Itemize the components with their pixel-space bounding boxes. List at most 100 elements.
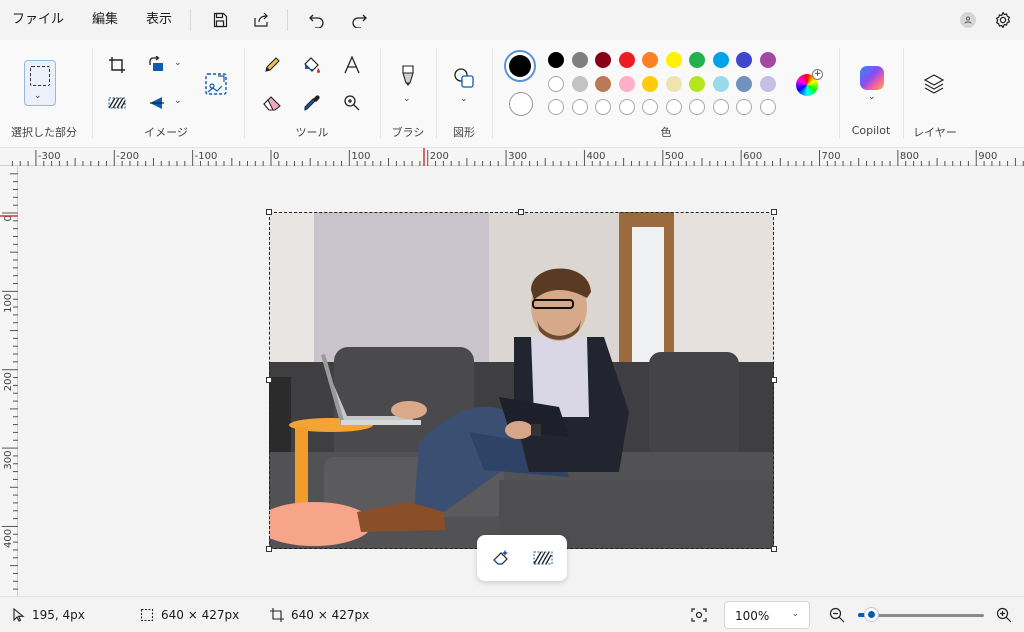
chevron-down-icon[interactable]: ⌄	[403, 94, 411, 104]
color-swatch[interactable]	[571, 52, 588, 68]
ruler-label: 400	[586, 151, 605, 162]
color-swatch[interactable]	[712, 75, 729, 92]
color-picker-icon[interactable]	[298, 89, 326, 117]
color-swatch[interactable]	[548, 99, 564, 115]
secondary-color-swatch[interactable]	[509, 92, 533, 116]
color-swatch[interactable]	[642, 99, 658, 115]
ruler-label: 100	[3, 294, 14, 313]
eraser-icon[interactable]	[258, 89, 286, 117]
color-swatch[interactable]	[736, 99, 752, 115]
ruler-label: 200	[430, 151, 449, 162]
color-swatch[interactable]	[712, 52, 729, 68]
color-swatch[interactable]	[595, 75, 611, 92]
primary-color-swatch[interactable]	[504, 50, 536, 82]
group-label-colors: 色	[660, 126, 672, 139]
generative-erase-icon[interactable]	[487, 544, 515, 572]
resize-handle-bottom-left[interactable]	[266, 546, 272, 552]
remove-background-icon[interactable]	[529, 544, 557, 572]
color-swatch[interactable]	[759, 99, 776, 115]
ribbon-separator	[436, 48, 437, 138]
ribbon-separator	[492, 48, 493, 138]
shapes-icon[interactable]	[450, 64, 478, 92]
menu-file[interactable]: ファイル	[0, 0, 78, 40]
color-swatch[interactable]	[665, 75, 682, 92]
flip-icon[interactable]	[143, 89, 171, 117]
chevron-down-icon: ⌄	[791, 609, 799, 619]
ribbon-separator	[903, 48, 904, 138]
ruler-label: 200	[3, 372, 14, 391]
color-swatch[interactable]	[595, 99, 611, 115]
ribbon-toolbar: ⌄ 選択した部分 ⌄ ⌄ イメージ ツール ⌄ ブラシ ⌄ 図形 + 色 ⌄ C…	[0, 40, 1024, 148]
resize-handle-right[interactable]	[771, 377, 777, 383]
menu-edit[interactable]: 編集	[78, 0, 132, 40]
chevron-down-icon[interactable]: ⌄	[868, 92, 876, 102]
fit-to-window-icon[interactable]	[685, 601, 713, 629]
selection-marquee[interactable]	[269, 212, 774, 549]
zoom-dropdown[interactable]: 100% ⌄	[724, 601, 810, 629]
color-swatch[interactable]	[665, 52, 682, 68]
cursor-pointer-icon	[4, 601, 32, 629]
resize-handle-bottom-right[interactable]	[771, 546, 777, 552]
ribbon-separator	[92, 48, 93, 138]
undo-icon[interactable]	[299, 4, 335, 36]
remove-background-icon[interactable]	[103, 89, 131, 117]
selection-size-icon	[133, 601, 161, 629]
brush-icon[interactable]	[394, 62, 422, 90]
color-swatch[interactable]	[665, 99, 682, 115]
color-swatch[interactable]	[548, 75, 564, 92]
color-swatch[interactable]	[571, 99, 588, 115]
crop-icon[interactable]	[103, 51, 131, 79]
rotate-icon[interactable]	[143, 51, 171, 79]
text-tool-icon[interactable]	[338, 51, 366, 79]
magnifier-icon[interactable]	[338, 89, 366, 117]
resize-image-icon[interactable]	[202, 70, 230, 98]
group-label-selection: 選択した部分	[11, 126, 77, 139]
color-swatch[interactable]	[548, 52, 564, 68]
color-swatch[interactable]	[618, 75, 635, 92]
color-swatch[interactable]	[689, 75, 705, 92]
zoom-slider-thumb[interactable]	[863, 607, 879, 622]
color-swatch[interactable]	[689, 52, 705, 68]
chevron-down-icon[interactable]: ⌄	[174, 96, 182, 106]
selection-tool-button[interactable]: ⌄	[24, 60, 56, 106]
edit-colors-icon[interactable]: +	[796, 69, 823, 96]
selection-rectangle-icon	[30, 66, 50, 86]
copilot-icon[interactable]	[860, 66, 884, 90]
share-icon[interactable]	[244, 4, 280, 36]
resize-handle-top-right[interactable]	[771, 209, 777, 215]
color-swatch[interactable]	[642, 75, 658, 92]
ruler-label: 900	[978, 151, 997, 162]
settings-gear-icon[interactable]	[994, 11, 1012, 29]
color-swatch[interactable]	[689, 99, 705, 115]
color-swatch[interactable]	[736, 52, 752, 68]
user-avatar-icon[interactable]	[960, 12, 976, 28]
color-swatch[interactable]	[759, 52, 776, 68]
color-swatch[interactable]	[618, 52, 635, 68]
color-swatch[interactable]	[642, 52, 658, 68]
zoom-in-icon[interactable]	[990, 601, 1018, 629]
chevron-down-icon[interactable]: ⌄	[174, 58, 182, 68]
group-label-brushes: ブラシ	[391, 126, 425, 139]
vertical-ruler-ticks: 0100200300400	[0, 173, 18, 590]
redo-icon[interactable]	[341, 4, 377, 36]
save-icon[interactable]	[202, 4, 238, 36]
color-swatch[interactable]	[712, 99, 729, 115]
ruler-label: -200	[116, 151, 139, 162]
pencil-icon[interactable]	[258, 51, 286, 79]
resize-handle-top-left[interactable]	[266, 209, 272, 215]
color-swatch[interactable]	[618, 99, 635, 115]
color-swatch[interactable]	[736, 75, 752, 92]
layers-icon[interactable]	[920, 70, 948, 98]
fill-bucket-icon[interactable]	[298, 51, 326, 79]
chevron-down-icon: ⌄	[34, 91, 42, 101]
chevron-down-icon[interactable]: ⌄	[460, 94, 468, 104]
resize-handle-left[interactable]	[266, 377, 272, 383]
color-swatch[interactable]	[595, 52, 611, 68]
zoom-out-icon[interactable]	[823, 601, 851, 629]
resize-handle-top[interactable]	[518, 209, 524, 215]
ruler-label: 700	[822, 151, 841, 162]
color-swatch[interactable]	[571, 75, 588, 92]
menu-view[interactable]: 表示	[132, 0, 186, 40]
ruler-label: 300	[508, 151, 527, 162]
color-swatch[interactable]	[759, 75, 776, 92]
